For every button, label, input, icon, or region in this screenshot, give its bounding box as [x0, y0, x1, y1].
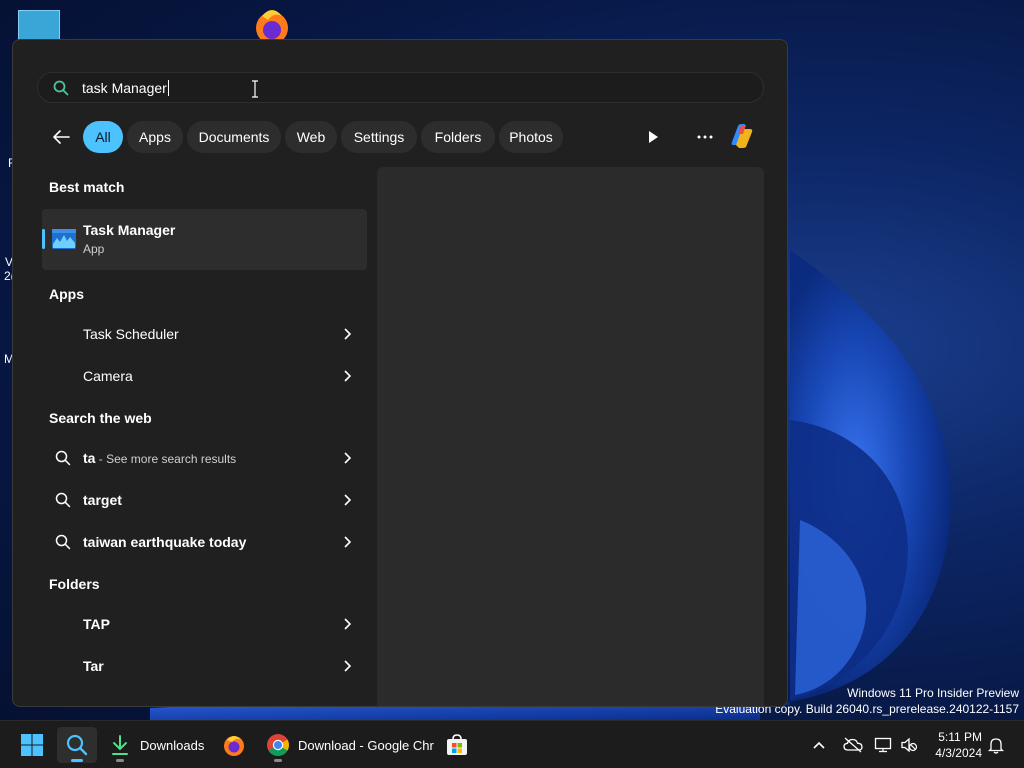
chevron-up-icon	[813, 741, 825, 749]
more-dots-icon	[697, 135, 713, 139]
list-item-label: Tar	[83, 658, 104, 674]
system-clock[interactable]: 5:11 PM 4/3/2024	[930, 729, 982, 761]
chevron-right-icon	[341, 535, 353, 549]
running-indicator	[116, 759, 124, 762]
web-query: ta	[83, 450, 96, 466]
arrow-left-icon	[53, 130, 70, 144]
search-icon	[54, 491, 72, 509]
taskbar: Downloads Download - Google Chr 5:11 PM …	[0, 720, 1024, 768]
list-item-label: taiwan earthquake today	[83, 534, 247, 550]
notifications-button[interactable]	[988, 721, 1004, 768]
download-icon	[112, 735, 128, 755]
list-item-camera[interactable]: Camera	[42, 357, 367, 395]
best-match-heading: Best match	[49, 179, 125, 195]
web-result-ta[interactable]: ta - See more search results	[42, 439, 367, 477]
filter-web[interactable]: Web	[285, 121, 337, 153]
clock-time: 5:11 PM	[938, 730, 982, 744]
web-query-hint: - See more search results	[95, 452, 237, 466]
search-icon	[66, 734, 88, 756]
filter-apps[interactable]: Apps	[127, 121, 183, 153]
chrome-icon	[267, 734, 289, 756]
back-button[interactable]	[49, 125, 73, 149]
search-web-heading: Search the web	[49, 410, 152, 426]
best-match-subtitle: App	[83, 242, 105, 256]
best-match-title: Task Manager	[83, 222, 176, 238]
taskbar-downloads[interactable]: Downloads	[110, 727, 204, 763]
list-item-label: TAP	[83, 616, 110, 632]
web-result-target[interactable]: target	[42, 481, 367, 519]
store-icon	[447, 734, 467, 755]
app-icon	[54, 325, 72, 343]
firefox-icon	[224, 736, 244, 756]
folder-icon	[54, 615, 72, 633]
folders-heading: Folders	[49, 576, 100, 592]
list-item-label: Task Scheduler	[83, 326, 179, 342]
onedrive-tray-icon[interactable]	[843, 721, 863, 768]
taskbar-firefox[interactable]	[222, 727, 246, 763]
folder-icon	[54, 657, 72, 675]
chevron-right-icon	[341, 369, 353, 383]
search-icon	[52, 79, 70, 97]
chevron-right-icon	[341, 451, 353, 465]
search-icon	[54, 533, 72, 551]
chevron-right-icon	[341, 493, 353, 507]
cloud-off-icon	[843, 737, 863, 753]
list-item-task-scheduler[interactable]: Task Scheduler	[42, 315, 367, 353]
taskbar-chrome[interactable]: Download - Google Chr	[266, 727, 434, 763]
app-icon	[54, 367, 72, 385]
chevron-right-icon	[341, 659, 353, 673]
best-match-task-manager[interactable]: Task Manager App	[42, 209, 367, 270]
list-item-label: Camera	[83, 368, 133, 384]
taskbar-downloads-label: Downloads	[140, 737, 205, 753]
filter-all[interactable]: All	[83, 121, 123, 153]
volume-tray-icon[interactable]	[900, 721, 918, 768]
search-query: task Manager	[82, 79, 167, 96]
text-caret	[167, 79, 169, 96]
taskbar-search-button[interactable]	[57, 727, 97, 763]
list-item-label: ta - See more search results	[83, 450, 236, 466]
chevron-right-icon	[341, 617, 353, 631]
filter-documents[interactable]: Documents	[187, 121, 281, 153]
filter-folders[interactable]: Folders	[421, 121, 495, 153]
network-icon	[874, 737, 892, 753]
preview-pane	[377, 167, 764, 706]
filter-settings[interactable]: Settings	[341, 121, 417, 153]
ibeam-cursor-icon	[252, 80, 258, 98]
taskbar-chrome-label: Download - Google Chr	[298, 737, 434, 753]
windows-logo-icon	[21, 734, 43, 756]
search-icon	[54, 449, 72, 467]
folder-item-tap[interactable]: TAP	[42, 605, 367, 643]
chevron-right-icon	[341, 327, 353, 341]
web-result-taiwan[interactable]: taiwan earthquake today	[42, 523, 367, 561]
search-input[interactable]: task Manager	[37, 72, 764, 103]
network-tray-icon[interactable]	[874, 721, 892, 768]
start-button[interactable]	[12, 727, 52, 763]
running-indicator	[274, 759, 282, 762]
task-manager-icon	[52, 229, 76, 249]
filter-bar: All Apps Documents Web Settings Folders …	[13, 120, 787, 154]
more-options-button[interactable]	[691, 125, 719, 149]
tray-overflow-button[interactable]	[812, 721, 826, 768]
copilot-icon[interactable]	[726, 120, 758, 152]
active-indicator	[71, 759, 83, 762]
desktop-app-icon[interactable]	[18, 10, 60, 40]
play-button[interactable]	[641, 125, 665, 149]
firefox-desktop-icon[interactable]	[248, 6, 296, 44]
play-icon	[649, 131, 658, 143]
apps-heading: Apps	[49, 286, 84, 302]
selection-accent	[42, 229, 45, 249]
search-panel: task Manager All Apps Documents Web Sett…	[12, 39, 788, 707]
bell-icon	[988, 738, 1004, 754]
folder-item-tar[interactable]: Tar	[42, 647, 367, 685]
clock-date: 4/3/2024	[935, 746, 982, 760]
taskbar-store[interactable]	[445, 727, 469, 763]
speaker-muted-icon	[901, 737, 918, 753]
filter-photos[interactable]: Photos	[499, 121, 563, 153]
list-item-label: target	[83, 492, 122, 508]
